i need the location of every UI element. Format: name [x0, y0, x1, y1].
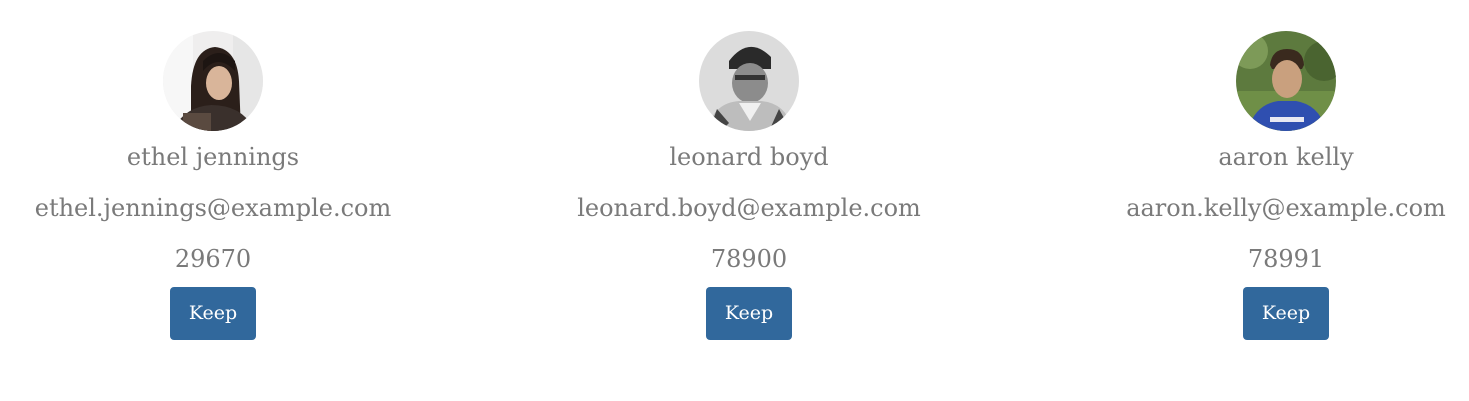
avatar-photo-aaron	[1236, 31, 1336, 131]
user-number: 78900	[710, 245, 788, 273]
avatar-photo-ethel	[163, 31, 263, 131]
avatar	[163, 31, 263, 131]
user-card: ethel jennings ethel.jennings@example.co…	[3, 31, 423, 340]
user-name: aaron kelly	[1218, 143, 1354, 171]
keep-button[interactable]: Keep	[705, 287, 793, 340]
user-card: aaron kelly aaron.kelly@example.com 7899…	[1076, 31, 1469, 340]
avatar	[1236, 31, 1336, 131]
user-number: 78991	[1247, 245, 1325, 273]
avatar	[699, 31, 799, 131]
user-card: leonard boyd leonard.boyd@example.com 78…	[539, 31, 959, 340]
user-email: ethel.jennings@example.com	[34, 194, 392, 222]
user-email: leonard.boyd@example.com	[577, 194, 921, 222]
user-name: leonard boyd	[669, 143, 829, 171]
user-card-grid: ethel jennings ethel.jennings@example.co…	[0, 0, 1469, 401]
avatar-photo-leonard	[699, 31, 799, 131]
keep-button[interactable]: Keep	[169, 287, 257, 340]
user-number: 29670	[174, 245, 252, 273]
keep-button[interactable]: Keep	[1242, 287, 1330, 340]
user-email: aaron.kelly@example.com	[1126, 194, 1446, 222]
user-name: ethel jennings	[126, 143, 300, 171]
